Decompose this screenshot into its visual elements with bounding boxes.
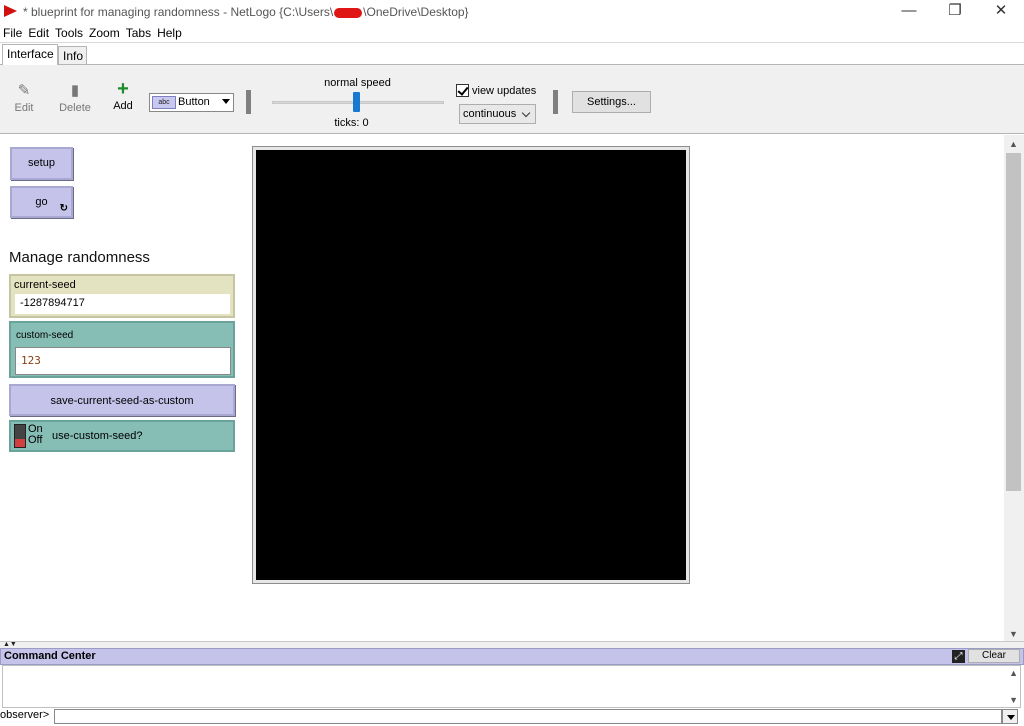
- speed-slider-thumb[interactable]: [353, 92, 360, 112]
- use-custom-seed-switch[interactable]: On Off use-custom-seed?: [9, 420, 235, 452]
- minimize-icon[interactable]: —: [886, 0, 932, 24]
- custom-seed-input-widget: custom-seed 123: [9, 321, 235, 378]
- popout-icon[interactable]: ⤢: [952, 650, 965, 663]
- clear-button[interactable]: Clear: [968, 649, 1020, 663]
- setup-button[interactable]: setup: [10, 147, 73, 180]
- tab-info[interactable]: Info: [58, 46, 87, 65]
- netlogo-logo-icon: [4, 5, 17, 17]
- menu-tools[interactable]: Tools: [52, 24, 86, 42]
- command-input[interactable]: [54, 709, 1002, 724]
- history-dropdown-icon[interactable]: [1002, 709, 1018, 724]
- forever-icon: ↻: [59, 203, 68, 214]
- chevron-down-icon: [521, 108, 531, 118]
- monitor-value: -1287894717: [15, 294, 230, 314]
- command-center-title: Command Center: [4, 650, 96, 662]
- note-label: Manage randomness: [9, 249, 150, 266]
- menu-edit[interactable]: Edit: [25, 24, 52, 42]
- view-updates-checkbox[interactable]: view updates: [456, 84, 536, 97]
- pane-splitter[interactable]: ▲▼: [0, 641, 1024, 648]
- toolbar: ✎ Edit ▮ Delete + Add abc Button normal …: [0, 64, 1024, 134]
- input-name: custom-seed: [16, 330, 74, 341]
- window-title: * blueprint for managing randomness - Ne…: [23, 5, 469, 19]
- scrollbar-thumb[interactable]: [1006, 153, 1021, 491]
- view-updates-label: view updates: [472, 85, 537, 97]
- current-seed-monitor: current-seed -1287894717: [9, 274, 235, 318]
- edit-button[interactable]: ✎ Edit: [4, 82, 44, 115]
- button-widget-icon: abc: [152, 96, 176, 109]
- add-label: Add: [113, 100, 133, 112]
- scroll-up-icon[interactable]: ▲: [1009, 668, 1018, 678]
- toolbar-separator: [246, 90, 251, 114]
- widget-type-label: Button: [178, 96, 210, 108]
- switch-off-label: Off: [28, 434, 43, 446]
- scroll-down-icon[interactable]: ▼: [1009, 695, 1018, 705]
- window-title-prefix: * blueprint for managing randomness - Ne…: [23, 5, 334, 19]
- speed-label: normal speed: [324, 77, 391, 89]
- update-mode-select[interactable]: continuous: [459, 104, 536, 124]
- redaction-mark: [334, 7, 363, 18]
- menu-divider: [0, 42, 1024, 43]
- interface-scrollbar[interactable]: ▲ ▼: [1004, 135, 1024, 641]
- world-view[interactable]: [253, 147, 689, 583]
- menu-tabs[interactable]: Tabs: [123, 24, 154, 42]
- title-bar: * blueprint for managing randomness - Ne…: [0, 0, 1024, 24]
- agent-prompt-label[interactable]: observer>: [0, 709, 49, 721]
- switch-state-labels: On Off: [28, 424, 43, 446]
- add-button[interactable]: + Add: [103, 78, 143, 112]
- edit-label: Edit: [14, 102, 34, 114]
- trash-icon: ▮: [70, 82, 80, 99]
- delete-button[interactable]: ▮ Delete: [55, 82, 95, 115]
- interface-canvas: setup go ↻ Manage randomness current-see…: [0, 135, 1024, 641]
- update-mode-value: continuous: [463, 108, 517, 120]
- command-output: ▲ ▼: [2, 665, 1021, 708]
- tab-interface[interactable]: Interface: [2, 44, 58, 65]
- checkbox-checked-icon[interactable]: [456, 84, 469, 97]
- go-button-label: go: [35, 196, 48, 208]
- monitor-name: current-seed: [14, 279, 76, 291]
- close-icon[interactable]: ✕: [978, 0, 1024, 24]
- menu-file[interactable]: File: [0, 24, 25, 42]
- window-title-suffix: \OneDrive\Desktop}: [363, 5, 469, 19]
- scroll-down-icon[interactable]: ▼: [1009, 629, 1018, 639]
- pencil-icon: ✎: [17, 82, 31, 99]
- custom-seed-input[interactable]: 123: [15, 347, 231, 375]
- widget-type-select[interactable]: abc Button: [149, 93, 234, 112]
- ticks-counter: ticks: 0: [334, 117, 369, 129]
- menu-zoom[interactable]: Zoom: [86, 24, 123, 42]
- toolbar-separator: [553, 90, 558, 114]
- split-arrows-icon[interactable]: ▲▼: [3, 641, 17, 648]
- maximize-icon[interactable]: ❐: [932, 0, 978, 24]
- go-button[interactable]: go ↻: [10, 186, 73, 218]
- settings-button[interactable]: Settings...: [572, 91, 651, 113]
- menu-bar: File Edit Tools Zoom Tabs Help: [0, 24, 1024, 43]
- switch-toggle-icon[interactable]: [14, 424, 26, 448]
- switch-name: use-custom-seed?: [52, 430, 143, 442]
- menu-help[interactable]: Help: [154, 24, 185, 42]
- scroll-up-icon[interactable]: ▲: [1009, 139, 1018, 149]
- chevron-down-icon: [222, 99, 230, 104]
- plus-icon: +: [117, 78, 129, 100]
- save-current-seed-as-custom-button[interactable]: save-current-seed-as-custom: [9, 384, 235, 416]
- command-center-header: Command Center ⤢ Clear: [0, 648, 1024, 665]
- delete-label: Delete: [59, 102, 91, 114]
